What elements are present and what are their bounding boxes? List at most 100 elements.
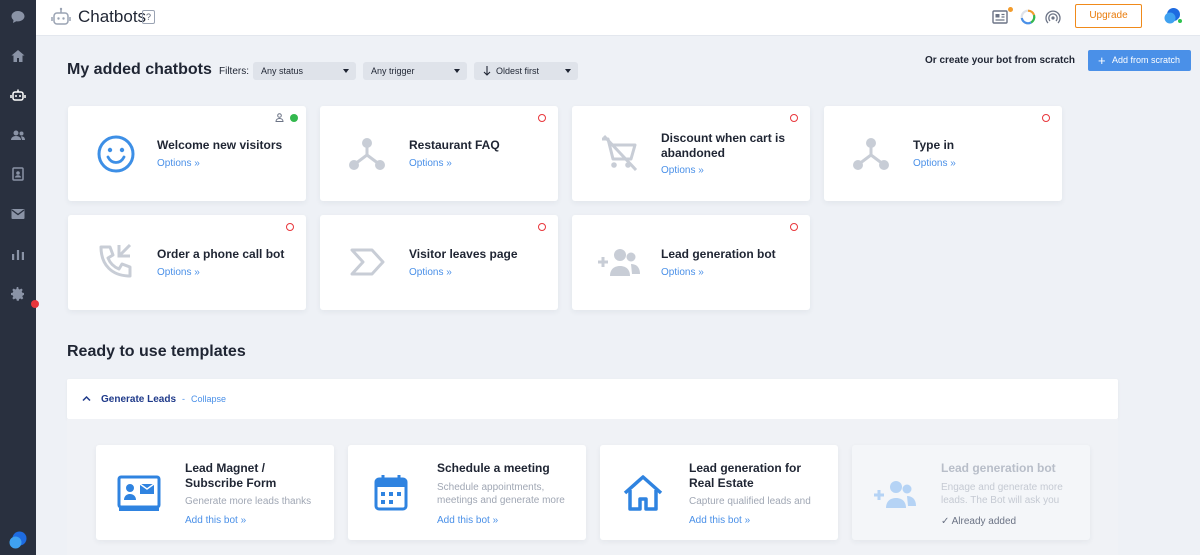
update-dot bbox=[1008, 7, 1013, 12]
section-title-added-chatbots: My added chatbots bbox=[67, 61, 212, 78]
broadcast-icon[interactable] bbox=[1044, 8, 1062, 26]
bot-options-link[interactable]: Options » bbox=[661, 165, 704, 176]
bot-card[interactable]: Discount when cart is abandoned Options … bbox=[572, 106, 810, 201]
add-this-bot-link[interactable]: Add this bot » bbox=[185, 515, 246, 526]
status-filter-value: Any status bbox=[261, 66, 304, 76]
add-users-icon bbox=[598, 249, 640, 276]
template-card[interactable]: Lead generation for Real Estate Capture … bbox=[600, 445, 838, 540]
bot-name: Discount when cart is abandoned bbox=[661, 131, 786, 160]
trigger-filter-select[interactable]: Any trigger bbox=[363, 62, 467, 80]
section-title-templates: Ready to use templates bbox=[67, 343, 246, 360]
house-icon bbox=[623, 475, 663, 511]
page-title: Chatbots bbox=[78, 7, 147, 26]
trigger-filter-value: Any trigger bbox=[371, 66, 415, 76]
inbox-icon[interactable] bbox=[7, 203, 29, 225]
bot-options-link[interactable]: Options » bbox=[409, 158, 452, 169]
chat-icon[interactable] bbox=[7, 6, 29, 28]
contacts-icon[interactable] bbox=[7, 163, 29, 185]
bot-card[interactable]: Restaurant FAQ Options » bbox=[320, 106, 558, 201]
person-icon bbox=[275, 113, 284, 122]
template-name: Lead generation for Real Estate bbox=[689, 461, 802, 490]
users-icon[interactable] bbox=[7, 124, 29, 146]
status-inactive-dot bbox=[286, 223, 294, 231]
online-status-dot bbox=[1177, 18, 1183, 24]
sort-value: Oldest first bbox=[496, 66, 540, 76]
settings-icon[interactable] bbox=[7, 283, 29, 305]
status-inactive-dot bbox=[538, 114, 546, 122]
status-inactive-dot bbox=[790, 223, 798, 231]
chevron-down-icon bbox=[343, 69, 349, 73]
check-icon: ✓ bbox=[941, 516, 950, 527]
bot-card[interactable]: Lead generation bot Options » bbox=[572, 215, 810, 310]
knowledge-icon[interactable] bbox=[991, 8, 1009, 26]
app-logo-icon bbox=[9, 531, 27, 549]
template-group-header[interactable]: Generate Leads - Collapse bbox=[67, 379, 1118, 419]
filters-label: Filters: bbox=[219, 66, 249, 77]
add-this-bot-link[interactable]: Add this bot » bbox=[437, 515, 498, 526]
bot-name: Lead generation bot bbox=[661, 247, 776, 261]
template-description: Schedule appointments, meetings and gene… bbox=[437, 482, 565, 506]
template-card[interactable]: Schedule a meeting Schedule appointments… bbox=[348, 445, 586, 540]
exit-chevron-icon bbox=[350, 248, 385, 276]
progress-icon[interactable] bbox=[1019, 8, 1037, 26]
bot-options-link[interactable]: Options » bbox=[157, 158, 200, 169]
bot-card[interactable]: Type in Options » bbox=[824, 106, 1062, 201]
add-users-icon bbox=[874, 481, 916, 508]
bot-card[interactable]: Visitor leaves page Options » bbox=[320, 215, 558, 310]
bot-name: Restaurant FAQ bbox=[409, 138, 500, 152]
already-added-label: ✓ Already added bbox=[941, 516, 1016, 527]
collapse-link[interactable]: Collapse bbox=[191, 394, 226, 404]
bot-card[interactable]: Welcome new visitors Options » bbox=[68, 106, 306, 201]
chevron-down-icon bbox=[565, 69, 571, 73]
already-added-text: Already added bbox=[951, 516, 1017, 527]
left-navigation-rail bbox=[0, 0, 39, 555]
bot-name: Visitor leaves page bbox=[409, 247, 518, 261]
flow-icon bbox=[349, 138, 385, 170]
stats-icon[interactable] bbox=[7, 243, 29, 265]
template-description: Capture qualified leads and bbox=[689, 496, 811, 507]
status-inactive-dot bbox=[538, 223, 546, 231]
plus-icon: + bbox=[1098, 53, 1106, 68]
template-description: Engage and generate more leads. The Bot … bbox=[941, 482, 1063, 506]
bot-options-link[interactable]: Options » bbox=[913, 158, 956, 169]
chevron-down-icon bbox=[454, 69, 460, 73]
home-icon[interactable] bbox=[7, 45, 29, 67]
phone-callback-icon bbox=[99, 243, 132, 278]
create-from-scratch-label: Or create your bot from scratch bbox=[925, 55, 1076, 66]
template-description: Generate more leads thanks bbox=[185, 496, 312, 507]
template-name: Lead Magnet / Subscribe Form bbox=[185, 461, 277, 490]
subscribe-form-icon bbox=[117, 475, 161, 511]
status-filter-select[interactable]: Any status bbox=[253, 62, 356, 80]
bot-name: Order a phone call bot bbox=[157, 247, 285, 261]
notification-dot bbox=[31, 300, 39, 308]
flow-icon bbox=[853, 138, 889, 170]
status-inactive-dot bbox=[790, 114, 798, 122]
add-from-scratch-button[interactable]: + Add from scratch bbox=[1088, 50, 1191, 71]
bot-options-link[interactable]: Options » bbox=[157, 267, 200, 278]
sort-select[interactable]: Oldest first bbox=[474, 62, 578, 80]
template-name: Schedule a meeting bbox=[437, 461, 550, 475]
template-card-added: Lead generation bot Engage and generate … bbox=[852, 445, 1090, 540]
bot-options-link[interactable]: Options » bbox=[661, 267, 704, 278]
bot-card[interactable]: Order a phone call bot Options » bbox=[68, 215, 306, 310]
status-inactive-dot bbox=[1042, 114, 1050, 122]
top-bar: Chatbots ? Upgrade bbox=[36, 0, 1200, 36]
template-group-label: Generate Leads bbox=[101, 394, 177, 405]
add-from-scratch-label: Add from scratch bbox=[1112, 55, 1181, 65]
smiley-icon bbox=[97, 135, 135, 173]
calendar-icon bbox=[374, 475, 408, 511]
bot-name: Welcome new visitors bbox=[157, 138, 283, 152]
upgrade-button[interactable]: Upgrade bbox=[1075, 4, 1142, 28]
arrow-down-icon bbox=[483, 66, 491, 76]
status-active-dot bbox=[290, 114, 298, 122]
bot-icon bbox=[51, 7, 71, 25]
separator: - bbox=[182, 394, 185, 404]
bot-options-link[interactable]: Options » bbox=[409, 267, 452, 278]
bot-name: Type in bbox=[913, 138, 955, 152]
template-card[interactable]: Lead Magnet / Subscribe Form Generate mo… bbox=[96, 445, 334, 540]
bot-icon[interactable] bbox=[7, 84, 29, 106]
help-button[interactable]: ? bbox=[142, 10, 155, 24]
add-this-bot-link[interactable]: Add this bot » bbox=[689, 515, 750, 526]
cart-off-icon bbox=[602, 134, 638, 172]
chevron-up-icon bbox=[82, 395, 91, 402]
